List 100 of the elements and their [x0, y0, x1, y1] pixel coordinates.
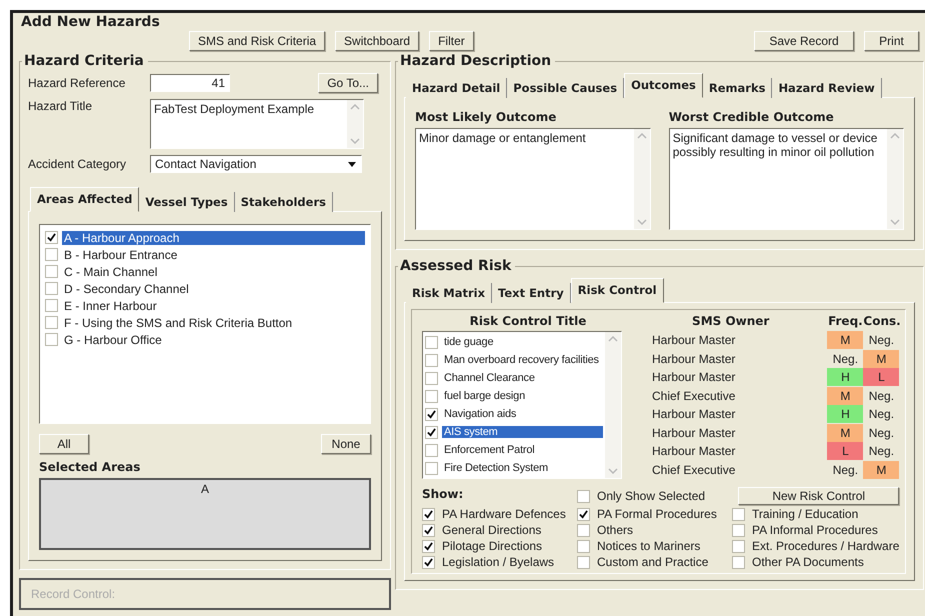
checkbox[interactable]: [45, 333, 58, 346]
scroll-up-icon[interactable]: [350, 104, 360, 110]
checkbox[interactable]: [45, 231, 58, 244]
list-item[interactable]: C - Main Channel: [62, 264, 365, 278]
toolbar-button[interactable]: SMS and Risk Criteria: [189, 31, 326, 51]
toolbar-button[interactable]: Print: [864, 31, 919, 51]
checkbox[interactable]: [425, 354, 438, 366]
scroll-down-icon[interactable]: [350, 138, 360, 144]
scroll-up-icon[interactable]: [636, 133, 647, 139]
checkbox-label: Ext. Procedures / Hardware: [752, 539, 900, 553]
scrollbar[interactable]: [634, 129, 650, 229]
tab[interactable]: Areas Affected: [30, 187, 140, 212]
checkbox[interactable]: [422, 556, 435, 568]
list-item[interactable]: B - Harbour Entrance: [62, 248, 365, 262]
checkbox[interactable]: [425, 462, 438, 474]
checkbox[interactable]: [422, 540, 435, 552]
checkbox-label: Training / Education: [752, 507, 858, 521]
checkbox-label: PA Hardware Defences: [442, 507, 566, 521]
toolbar-button[interactable]: Filter: [429, 31, 474, 51]
list-item[interactable]: G - Harbour Office: [62, 332, 365, 346]
scrollbar[interactable]: [887, 129, 904, 229]
tab[interactable]: Stakeholders: [234, 192, 333, 212]
risk-rating: M: [863, 460, 900, 478]
risk-rating: Neg.: [832, 350, 860, 368]
column-header: SMS Owner: [691, 314, 770, 330]
checkbox[interactable]: [732, 508, 745, 520]
checkbox[interactable]: [577, 540, 590, 552]
checkbox[interactable]: [425, 336, 438, 348]
tab[interactable]: Vessel Types: [139, 192, 235, 212]
checkbox[interactable]: [425, 372, 438, 384]
tab[interactable]: Remarks: [702, 78, 772, 98]
risk-rating: L: [827, 442, 864, 460]
list-item[interactable]: Enforcement Patrol: [442, 444, 603, 456]
checkbox[interactable]: [425, 408, 438, 420]
tab[interactable]: Hazard Detail: [406, 78, 508, 98]
risk-rating: M: [827, 424, 864, 442]
section-label: Selected Areas: [39, 460, 142, 474]
scrollbar[interactable]: [605, 332, 621, 478]
checkbox[interactable]: [45, 265, 58, 278]
risk-rating: H: [827, 405, 864, 423]
list-item[interactable]: E - Inner Harbour: [62, 298, 365, 312]
list-item[interactable]: AIS system: [442, 426, 603, 438]
column-header: Cons.: [863, 314, 900, 330]
checkbox-label: Only Show Selected: [597, 489, 706, 503]
dropdown-arrow-icon: [347, 160, 357, 168]
scroll-down-icon[interactable]: [636, 219, 647, 225]
tab[interactable]: Text Entry: [492, 283, 571, 303]
checkbox[interactable]: [732, 540, 745, 552]
list-item[interactable]: D - Secondary Channel: [62, 282, 365, 296]
list-item[interactable]: Channel Clearance: [442, 372, 603, 384]
group-title: Assessed Risk: [399, 258, 512, 274]
checkbox[interactable]: [577, 490, 590, 502]
list-item[interactable]: fuel barge design: [442, 390, 603, 402]
list-item[interactable]: F - Using the SMS and Risk Criteria Button: [62, 316, 365, 330]
list-item[interactable]: Navigation aids: [442, 408, 603, 420]
checkbox[interactable]: [732, 524, 745, 536]
tab[interactable]: Hazard Review: [772, 78, 882, 98]
tab[interactable]: Risk Control: [570, 278, 664, 303]
scroll-down-icon[interactable]: [890, 219, 900, 225]
checkbox-label: Notices to Mariners: [597, 539, 700, 553]
checkbox[interactable]: [45, 282, 58, 295]
scroll-up-icon[interactable]: [608, 336, 618, 342]
toolbar-button[interactable]: Save Record: [754, 31, 854, 51]
scrollbar[interactable]: [347, 100, 363, 148]
tab[interactable]: Outcomes: [624, 73, 703, 98]
tab[interactable]: Possible Causes: [507, 78, 624, 98]
tab[interactable]: Risk Matrix: [406, 283, 492, 303]
outcome-field[interactable]: Minor damage or entanglement: [415, 128, 651, 230]
checkbox[interactable]: [732, 556, 745, 568]
checkbox[interactable]: [422, 524, 435, 536]
category-dropdown[interactable]: Contact Navigation: [150, 155, 362, 173]
owner-text: Harbour Master: [651, 350, 736, 368]
checkbox[interactable]: [45, 299, 58, 312]
list-item[interactable]: A - Harbour Approach: [62, 230, 365, 244]
column-header: Risk Control Title: [468, 314, 588, 330]
field-label: Accident Category: [28, 157, 128, 171]
title-field[interactable]: FabTest Deployment Example: [150, 99, 364, 149]
select-button[interactable]: None: [321, 434, 371, 454]
checkbox[interactable]: [577, 524, 590, 536]
new-risk-control-button[interactable]: New Risk Control: [738, 487, 900, 505]
checkbox[interactable]: [45, 316, 58, 329]
checkbox[interactable]: [577, 508, 590, 520]
go-to-button[interactable]: Go To...: [318, 73, 378, 93]
scroll-down-icon[interactable]: [608, 468, 618, 474]
selected-areas-field: A: [39, 478, 371, 550]
select-button[interactable]: All: [39, 434, 89, 454]
scroll-up-icon[interactable]: [890, 133, 900, 139]
outcome-field[interactable]: Significant damage to vessel or device possibly resulting in minor oil pollution: [668, 128, 904, 230]
toolbar-button[interactable]: Switchboard: [335, 31, 420, 51]
list-item[interactable]: Man overboard recovery facilities: [442, 354, 603, 366]
checkbox[interactable]: [425, 444, 438, 456]
risk-rating: Neg.: [868, 424, 896, 442]
checkbox[interactable]: [422, 508, 435, 520]
list-item[interactable]: tide guage: [442, 336, 603, 348]
checkbox[interactable]: [45, 248, 58, 261]
checkbox[interactable]: [577, 556, 590, 568]
checkbox[interactable]: [425, 390, 438, 402]
checkbox[interactable]: [425, 426, 438, 438]
list-item[interactable]: Fire Detection System: [442, 462, 603, 474]
reference-field[interactable]: 41: [150, 74, 230, 92]
